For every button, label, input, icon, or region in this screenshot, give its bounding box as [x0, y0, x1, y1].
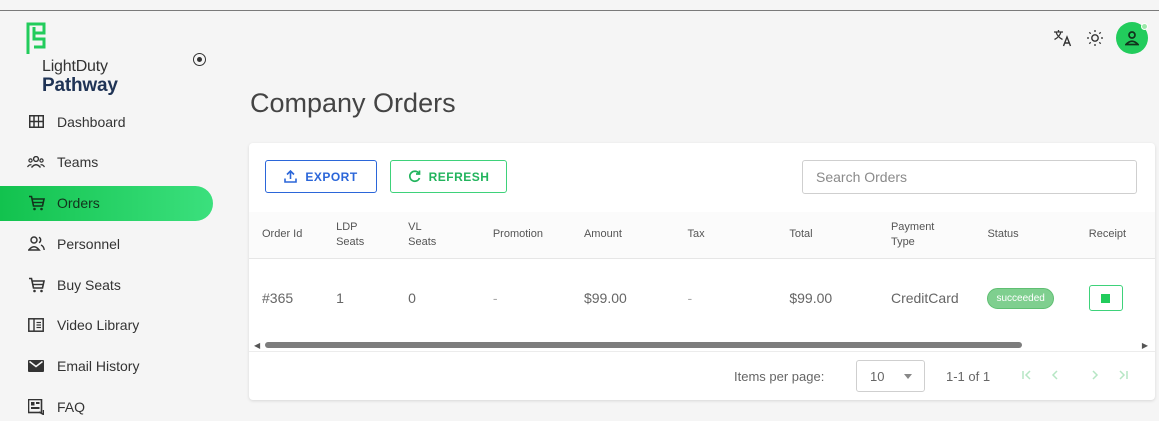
- column-header-vl-seats[interactable]: VL Seats: [395, 212, 480, 258]
- dashboard-grid-icon: [27, 113, 45, 131]
- orders-card: EXPORT REFRESH Order Id LDPSeats VLSeats…: [249, 143, 1155, 400]
- status-badge: succeeded: [987, 287, 1054, 309]
- column-header-tax[interactable]: Tax: [675, 212, 777, 258]
- column-header-ldp-seats[interactable]: LDP Seats: [323, 212, 395, 258]
- theme-sun-icon[interactable]: [1084, 27, 1106, 49]
- last-page-icon[interactable]: [1113, 365, 1133, 385]
- brand-name-line2: Pathway: [42, 75, 118, 96]
- sidebar-item-video-library[interactable]: Video Library: [0, 308, 213, 343]
- cell-ldp-seats: 1: [336, 290, 344, 307]
- column-header-receipt[interactable]: Receipt: [1076, 212, 1155, 258]
- faq-icon: [27, 398, 45, 416]
- scrollbar-thumb[interactable]: [265, 342, 1022, 348]
- column-header-total[interactable]: Total: [776, 212, 878, 258]
- cart-icon: [27, 276, 45, 294]
- cart-icon: [27, 194, 45, 212]
- sidebar-item-teams[interactable]: Teams: [0, 145, 213, 180]
- refresh-button[interactable]: REFRESH: [390, 160, 507, 193]
- sidebar: LightDuty Pathway Dashboard Teams Orders: [0, 11, 226, 421]
- export-button-label: EXPORT: [305, 169, 358, 184]
- logo-mark-icon: [26, 22, 46, 54]
- refresh-icon: [408, 170, 421, 183]
- teams-icon: [27, 153, 45, 171]
- user-avatar-button[interactable]: [1116, 22, 1148, 54]
- column-header-order-id[interactable]: Order Id: [249, 212, 323, 258]
- items-per-page-select[interactable]: 10: [856, 360, 925, 392]
- translate-icon[interactable]: [1052, 27, 1074, 49]
- receipt-icon: [1101, 293, 1111, 303]
- mail-icon: [27, 357, 45, 375]
- sidebar-item-label: Buy Seats: [57, 276, 121, 293]
- sidebar-item-label: Email History: [57, 358, 140, 375]
- orders-table: Order Id LDP Seats VL Seats Promotion Amou…: [249, 212, 1155, 338]
- video-library-icon: [27, 316, 45, 334]
- scroll-right-arrow-icon[interactable]: ▶: [1142, 341, 1148, 350]
- sidebar-item-personnel[interactable]: Personnel: [0, 226, 213, 261]
- table-header-row: Order Id LDP Seats VL Seats Promotion Amou…: [249, 212, 1155, 258]
- sidebar-item-label: FAQ: [57, 399, 86, 416]
- refresh-button-label: REFRESH: [428, 169, 490, 184]
- brand-logo[interactable]: LightDuty Pathway: [26, 21, 156, 96]
- sidebar-item-label: Video Library: [57, 317, 140, 334]
- brand-name-line1: LightDuty: [42, 58, 108, 75]
- sidebar-item-email-history[interactable]: Email History: [0, 349, 213, 384]
- header-actions: [1052, 22, 1148, 54]
- main-nav: Dashboard Teams Orders Personnel Buy Sea…: [0, 104, 226, 421]
- previous-page-icon[interactable]: [1045, 365, 1065, 385]
- sidebar-item-label: Teams: [57, 154, 99, 171]
- horizontal-scrollbar[interactable]: ◀ ▶: [249, 339, 1155, 351]
- cell-total: $99.00: [789, 290, 833, 307]
- sidebar-item-label: Orders: [57, 195, 100, 212]
- sidebar-item-faq[interactable]: FAQ: [0, 390, 213, 421]
- cell-promotion: -: [492, 290, 498, 307]
- cell-status: succeeded: [974, 258, 1075, 338]
- cell-receipt: [1076, 258, 1155, 338]
- next-page-icon[interactable]: [1085, 365, 1105, 385]
- online-status-dot: [1141, 23, 1148, 30]
- sidebar-item-orders[interactable]: Orders: [0, 185, 213, 221]
- column-header-status[interactable]: Status: [974, 212, 1075, 258]
- cell-order-id: #365: [262, 290, 294, 307]
- export-button[interactable]: EXPORT: [265, 160, 377, 193]
- sidebar-item-label: Dashboard: [57, 113, 126, 130]
- page-title: Company Orders: [250, 88, 456, 118]
- column-header-payment-type[interactable]: Payment Type: [878, 212, 975, 258]
- sidebar-item-buy-seats[interactable]: Buy Seats: [0, 267, 213, 302]
- column-header-amount[interactable]: Amount: [571, 212, 675, 258]
- user-avatar-icon: [1125, 30, 1139, 45]
- column-header-promotion[interactable]: Promotion: [480, 212, 571, 258]
- items-per-page-label: Items per page:: [734, 369, 825, 384]
- page-range-label: 1-1 of 1: [946, 369, 991, 384]
- sidebar-item-label: Personnel: [57, 235, 121, 252]
- cell-vl-seats: 0: [408, 290, 416, 307]
- first-page-icon[interactable]: [1017, 365, 1037, 385]
- dropdown-caret-icon: [904, 374, 912, 379]
- receipt-button[interactable]: [1088, 285, 1123, 312]
- table-row[interactable]: #365 1 0 - $99.00 - $99.00 CreditCard su…: [249, 258, 1155, 338]
- cell-amount: $99.00: [583, 290, 627, 307]
- cell-tax: -: [687, 290, 693, 307]
- search-input[interactable]: [802, 160, 1137, 194]
- sidebar-item-dashboard[interactable]: Dashboard: [0, 104, 213, 139]
- items-per-page-value: 10: [870, 368, 885, 384]
- sidebar-collapse-toggle[interactable]: [193, 53, 206, 66]
- personnel-icon: [27, 235, 45, 253]
- pagination: Items per page: 10 1-1 of 1: [249, 351, 1155, 400]
- cell-payment-type: CreditCard: [890, 290, 959, 307]
- scroll-left-arrow-icon[interactable]: ◀: [254, 341, 260, 350]
- upload-icon: [284, 170, 298, 183]
